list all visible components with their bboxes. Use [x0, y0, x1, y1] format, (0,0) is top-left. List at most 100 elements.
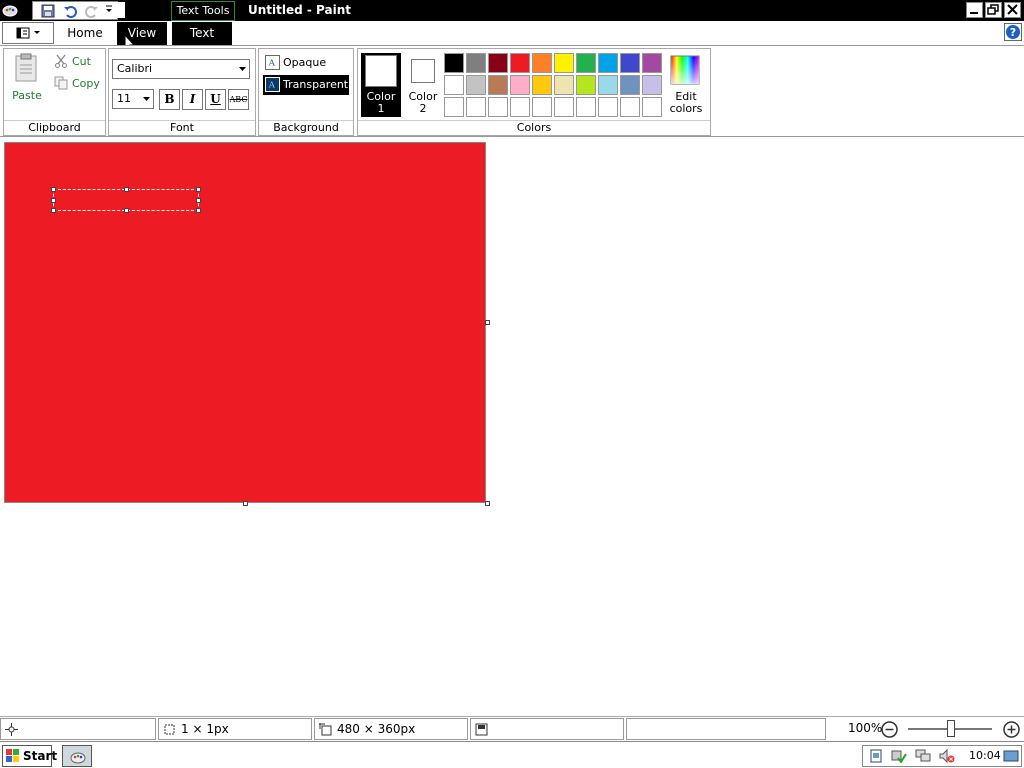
- bold-button[interactable]: B: [159, 89, 180, 110]
- copy-icon: [54, 76, 68, 90]
- palette-swatch[interactable]: [510, 75, 530, 95]
- menu-icon: [16, 27, 40, 39]
- copy-label: Copy: [72, 77, 100, 90]
- palette-swatch[interactable]: [642, 53, 662, 73]
- italic-button[interactable]: I: [182, 89, 203, 110]
- save-icon[interactable]: [41, 4, 55, 18]
- undo-icon[interactable]: [63, 4, 77, 18]
- resize-handle[interactable]: [196, 208, 201, 213]
- security-shield-icon[interactable]: [891, 749, 907, 763]
- palette-swatch[interactable]: [488, 53, 508, 73]
- palette-swatch[interactable]: [576, 53, 596, 73]
- transparent-label: Transparent: [283, 78, 349, 91]
- resize-handle[interactable]: [51, 208, 56, 213]
- resize-handle[interactable]: [196, 198, 201, 203]
- palette-swatch[interactable]: [532, 97, 552, 117]
- palette-swatch[interactable]: [488, 75, 508, 95]
- palette-swatch[interactable]: [554, 53, 574, 73]
- palette-swatch[interactable]: [532, 53, 552, 73]
- paste-button[interactable]: Paste: [7, 51, 47, 107]
- opaque-icon: A: [265, 55, 280, 70]
- resize-handle[interactable]: [124, 208, 129, 213]
- resize-handle[interactable]: [51, 198, 56, 203]
- resize-handle[interactable]: [124, 187, 129, 192]
- volume-muted-icon[interactable]: [939, 749, 955, 763]
- palette-swatch[interactable]: [532, 75, 552, 95]
- clipboard-group: Paste Cut Copy Clipboard: [3, 48, 106, 136]
- text-box-selection[interactable]: [51, 187, 201, 213]
- canvas-resize-handle-bottom[interactable]: [243, 501, 248, 506]
- palette-swatch[interactable]: [510, 53, 530, 73]
- palette-swatch[interactable]: [510, 97, 530, 117]
- palette-swatch[interactable]: [642, 75, 662, 95]
- color1-swatch: [365, 55, 397, 87]
- palette-swatch[interactable]: [576, 97, 596, 117]
- font-size-dropdown[interactable]: 11: [112, 89, 154, 109]
- tab-text[interactable]: Text: [172, 22, 232, 45]
- color1-selector[interactable]: Color 1: [361, 53, 401, 117]
- taskbar-paint-button[interactable]: [62, 745, 92, 767]
- copy-button[interactable]: Copy: [52, 75, 104, 93]
- cut-button[interactable]: Cut: [52, 53, 104, 71]
- cursor-position-cell: [0, 718, 156, 740]
- show-desktop-icon[interactable]: [1003, 749, 1019, 763]
- minimize-button[interactable]: [966, 2, 983, 18]
- paste-label: Paste: [12, 89, 42, 102]
- palette-swatch[interactable]: [620, 75, 640, 95]
- palette-swatch[interactable]: [466, 75, 486, 95]
- palette-swatch[interactable]: [620, 53, 640, 73]
- resize-handle[interactable]: [51, 187, 56, 192]
- selection-icon: [164, 724, 175, 735]
- paint-app-icon[interactable]: [2, 2, 18, 18]
- palette-swatch[interactable]: [444, 53, 464, 73]
- palette-swatch[interactable]: [488, 97, 508, 117]
- svg-text:A: A: [268, 81, 276, 91]
- palette-swatch[interactable]: [444, 97, 464, 117]
- font-family-dropdown[interactable]: Calibri: [112, 59, 250, 79]
- resize-handle[interactable]: [196, 187, 201, 192]
- customize-toolbar-icon[interactable]: [104, 2, 114, 16]
- palette-swatch[interactable]: [576, 75, 596, 95]
- strikethrough-button[interactable]: ABC: [228, 89, 249, 110]
- transparent-option[interactable]: A Transparent: [263, 75, 349, 95]
- palette-swatch[interactable]: [444, 75, 464, 95]
- image-size-cell: 480 × 360px: [314, 718, 468, 740]
- tab-home[interactable]: Home: [58, 22, 112, 45]
- close-button[interactable]: [1004, 2, 1021, 18]
- palette-swatch[interactable]: [554, 75, 574, 95]
- palette-swatch[interactable]: [620, 97, 640, 117]
- zoom-slider-thumb[interactable]: [947, 720, 955, 737]
- colors-group-label: Colors: [358, 120, 710, 135]
- palette-swatch[interactable]: [466, 97, 486, 117]
- zoom-in-icon[interactable]: [1003, 721, 1020, 738]
- palette-swatch[interactable]: [598, 53, 618, 73]
- opaque-option[interactable]: A Opaque: [263, 53, 349, 73]
- background-group: A Opaque A Transparent Background: [258, 48, 354, 136]
- drawing-canvas[interactable]: [4, 142, 486, 503]
- palette-swatch[interactable]: [598, 97, 618, 117]
- color2-selector[interactable]: Color 2: [403, 53, 443, 117]
- status-empty-cell: [626, 718, 826, 740]
- image-size: 480 × 360px: [337, 722, 416, 736]
- font-group: Calibri 11 B I U ABC Font: [108, 48, 256, 136]
- help-button[interactable]: ?: [1004, 23, 1022, 41]
- svg-text:?: ?: [1010, 26, 1016, 39]
- toolbar-separator: [117, 2, 125, 18]
- palette-swatch[interactable]: [466, 53, 486, 73]
- document-icon[interactable]: [869, 749, 883, 763]
- zoom-out-icon[interactable]: [881, 721, 898, 738]
- underline-button[interactable]: U: [205, 89, 226, 110]
- edit-colors-button[interactable]: Edit colors: [664, 53, 708, 117]
- restore-button[interactable]: [985, 2, 1002, 18]
- palette-swatch[interactable]: [554, 97, 574, 117]
- start-button[interactable]: Start: [2, 745, 57, 767]
- color2-number: 2: [419, 102, 427, 115]
- paint-menu-button[interactable]: [2, 22, 54, 44]
- canvas-resize-handle-right[interactable]: [485, 320, 490, 325]
- canvas-resize-handle-corner[interactable]: [485, 501, 490, 506]
- palette-swatch[interactable]: [642, 97, 662, 117]
- palette-swatch[interactable]: [598, 75, 618, 95]
- network-icon[interactable]: [915, 749, 931, 763]
- redo-icon[interactable]: [85, 4, 99, 18]
- clock: 10:04: [969, 749, 1001, 762]
